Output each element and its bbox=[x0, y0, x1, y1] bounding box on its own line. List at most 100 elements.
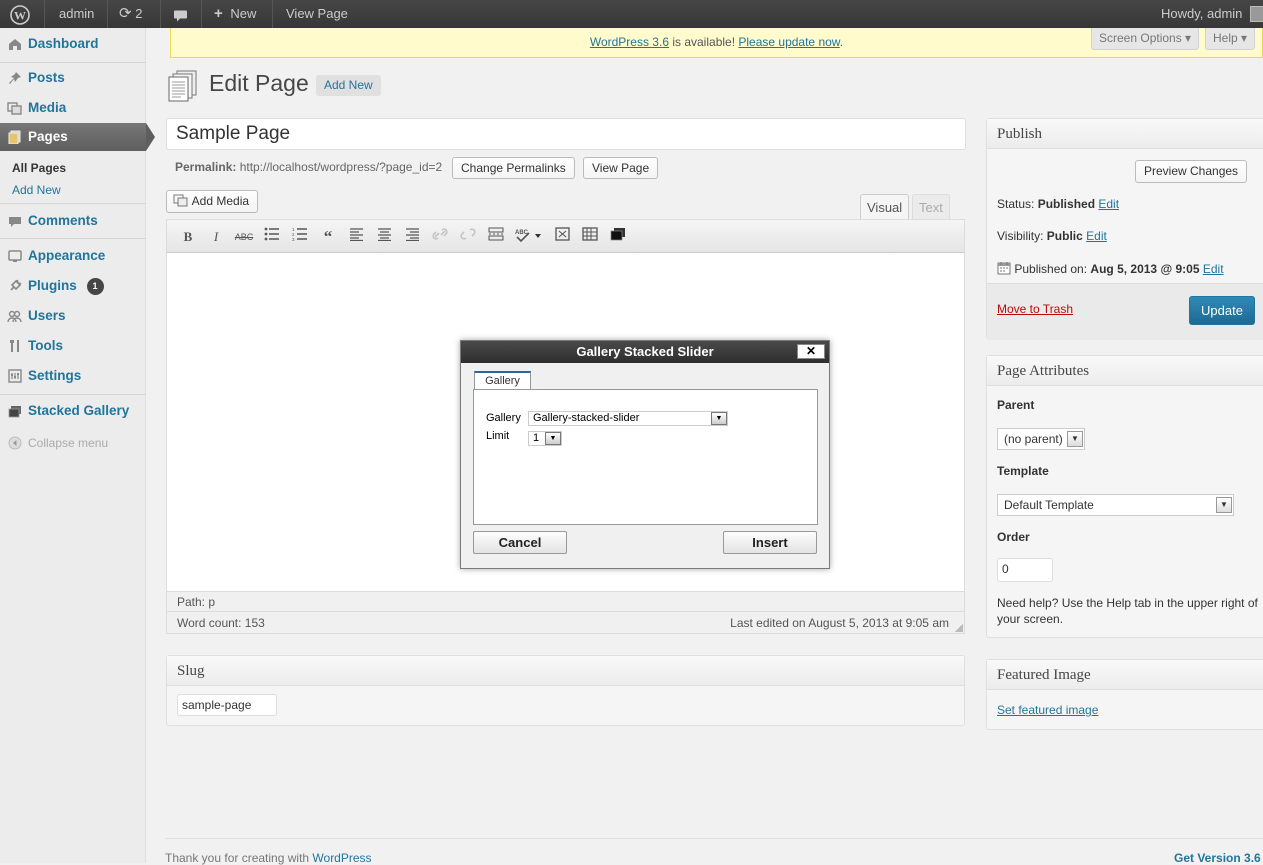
gallery-stacked-slider-dialog: Gallery Stacked Slider ✕ Gallery Gallery… bbox=[460, 340, 830, 569]
help-button[interactable]: Help ▾ bbox=[1205, 28, 1256, 50]
menu-stacked-gallery[interactable]: Stacked Gallery bbox=[0, 397, 146, 425]
chevron-down-icon: ▼ bbox=[1216, 497, 1232, 513]
admin-menu: Dashboard Posts Media Pages All Pages Ad… bbox=[0, 28, 155, 863]
edit-status-link[interactable]: Edit bbox=[1098, 197, 1119, 211]
page-attributes-box: Page Attributes Parent (no parent) ▼ Tem… bbox=[986, 355, 1263, 638]
menu-settings[interactable]: Settings bbox=[0, 362, 146, 390]
italic-icon[interactable]: I bbox=[205, 227, 227, 247]
spellcheck-icon[interactable]: ABC bbox=[513, 227, 543, 247]
align-right-icon[interactable] bbox=[401, 227, 423, 247]
close-icon[interactable]: ✕ bbox=[797, 344, 825, 359]
page-title-input[interactable]: Sample Page bbox=[166, 118, 966, 150]
tools-icon bbox=[7, 339, 22, 353]
chevron-down-icon: ▼ bbox=[711, 412, 727, 425]
edit-visibility-link[interactable]: Edit bbox=[1086, 229, 1107, 243]
numbered-list-icon[interactable]: 123 bbox=[289, 227, 311, 247]
plugins-update-badge: 1 bbox=[86, 278, 104, 295]
order-label: Order bbox=[997, 530, 1030, 544]
settings-icon bbox=[7, 369, 22, 383]
align-center-icon[interactable] bbox=[373, 227, 395, 247]
plug-icon bbox=[7, 279, 22, 293]
template-label: Template bbox=[997, 464, 1049, 478]
tab-gallery[interactable]: Gallery bbox=[474, 371, 531, 390]
change-permalinks-button[interactable]: Change Permalinks bbox=[452, 157, 575, 179]
tab-text[interactable]: Text bbox=[912, 194, 950, 220]
set-featured-image-link[interactable]: Set featured image bbox=[997, 703, 1098, 717]
update-button[interactable]: Update bbox=[1189, 296, 1255, 325]
template-select[interactable]: Default Template ▼ bbox=[997, 494, 1234, 516]
preview-changes-button[interactable]: Preview Changes bbox=[1135, 160, 1248, 183]
editor-toolbar: B I ABC 123 “ ABC bbox=[167, 220, 964, 253]
word-count: Word count: 153 bbox=[177, 616, 265, 630]
howdy-account-link[interactable]: Howdy, admin bbox=[1161, 0, 1242, 28]
attributes-help-text: Need help? Use the Help tab in the upper… bbox=[997, 596, 1258, 626]
comments-bubble-icon[interactable] bbox=[173, 0, 188, 28]
wordpress-version-link[interactable]: WordPress 3.6 bbox=[590, 35, 669, 49]
screen-options-button[interactable]: Screen Options ▾ bbox=[1091, 28, 1200, 50]
new-content-link[interactable]: + New bbox=[214, 0, 256, 28]
align-left-icon[interactable] bbox=[345, 227, 367, 247]
resize-handle-icon[interactable] bbox=[955, 624, 963, 632]
slug-box-title: Slug bbox=[167, 656, 964, 686]
featured-image-box: Featured Image Set featured image bbox=[986, 659, 1263, 730]
parent-select[interactable]: (no parent) ▼ bbox=[997, 428, 1085, 450]
updates-count: 2 bbox=[135, 6, 143, 21]
insert-more-icon[interactable] bbox=[485, 227, 507, 247]
gallery-select[interactable]: Gallery-stacked-slider ▼ bbox=[528, 411, 728, 426]
menu-pages[interactable]: Pages bbox=[0, 123, 155, 151]
submenu-all-pages[interactable]: All Pages bbox=[12, 161, 66, 175]
wordpress-logo-icon[interactable]: W bbox=[10, 0, 30, 28]
insert-button[interactable]: Insert bbox=[723, 531, 817, 554]
stacked-gallery-shortcode-icon[interactable] bbox=[607, 227, 629, 247]
order-input[interactable]: 0 bbox=[997, 558, 1053, 582]
publish-actions: Move to Trash Update bbox=[987, 283, 1263, 340]
blockquote-icon[interactable]: “ bbox=[317, 227, 339, 247]
media-icon bbox=[7, 101, 22, 115]
menu-appearance[interactable]: Appearance bbox=[0, 242, 146, 270]
fullscreen-icon[interactable] bbox=[551, 227, 573, 247]
strikethrough-icon[interactable]: ABC bbox=[233, 227, 255, 247]
please-update-link[interactable]: Please update now bbox=[738, 35, 839, 49]
pages-icon bbox=[7, 130, 22, 144]
add-new-page-button[interactable]: Add New bbox=[316, 75, 381, 96]
move-to-trash-link[interactable]: Move to Trash bbox=[997, 302, 1073, 316]
edit-date-link[interactable]: Edit bbox=[1203, 262, 1224, 276]
users-icon bbox=[7, 309, 22, 323]
tab-visual[interactable]: Visual bbox=[860, 194, 910, 220]
plus-icon: + bbox=[214, 5, 223, 22]
permalink-url[interactable]: http://localhost/wordpress/?page_id=2 bbox=[240, 160, 442, 174]
appearance-icon bbox=[7, 249, 22, 263]
cancel-button[interactable]: Cancel bbox=[473, 531, 567, 554]
site-name-link[interactable]: admin bbox=[59, 0, 94, 28]
kitchen-sink-icon[interactable] bbox=[579, 227, 601, 247]
menu-comments[interactable]: Comments bbox=[0, 207, 146, 235]
menu-posts[interactable]: Posts bbox=[0, 64, 146, 92]
admin-bar: W admin ⟳ 2 + New View Page Howdy, admin bbox=[0, 0, 1263, 28]
add-media-button[interactable]: Add Media bbox=[166, 190, 259, 213]
dashboard-icon bbox=[7, 37, 22, 51]
avatar[interactable] bbox=[1250, 6, 1263, 22]
menu-plugins[interactable]: Plugins 1 bbox=[0, 272, 146, 300]
collapse-menu[interactable]: Collapse menu bbox=[0, 429, 146, 457]
slug-input[interactable]: sample-page bbox=[177, 694, 277, 716]
element-path: Path: p bbox=[177, 595, 216, 609]
updates-link[interactable]: ⟳ 2 bbox=[119, 0, 142, 28]
refresh-icon: ⟳ bbox=[119, 5, 132, 22]
bullet-list-icon[interactable] bbox=[261, 227, 283, 247]
menu-users[interactable]: Users bbox=[0, 302, 146, 330]
parent-label: Parent bbox=[997, 398, 1035, 412]
insert-link-icon[interactable] bbox=[429, 227, 451, 247]
permalink-label: Permalink: bbox=[175, 160, 237, 174]
menu-tools[interactable]: Tools bbox=[0, 332, 146, 360]
menu-media[interactable]: Media bbox=[0, 94, 146, 122]
unlink-icon[interactable] bbox=[457, 227, 479, 247]
bold-icon[interactable]: B bbox=[177, 227, 199, 247]
visibility-row: Visibility: Public Edit bbox=[997, 229, 1107, 243]
dialog-panel: Gallery Gallery-stacked-slider ▼ Limit 1… bbox=[473, 389, 818, 525]
page-title: Edit Page bbox=[209, 70, 309, 96]
limit-select[interactable]: 1 ▼ bbox=[528, 431, 562, 446]
submenu-add-new[interactable]: Add New bbox=[12, 183, 61, 197]
view-page-link[interactable]: View Page bbox=[286, 0, 348, 28]
view-page-button[interactable]: View Page bbox=[583, 157, 659, 179]
menu-dashboard[interactable]: Dashboard bbox=[0, 30, 146, 58]
